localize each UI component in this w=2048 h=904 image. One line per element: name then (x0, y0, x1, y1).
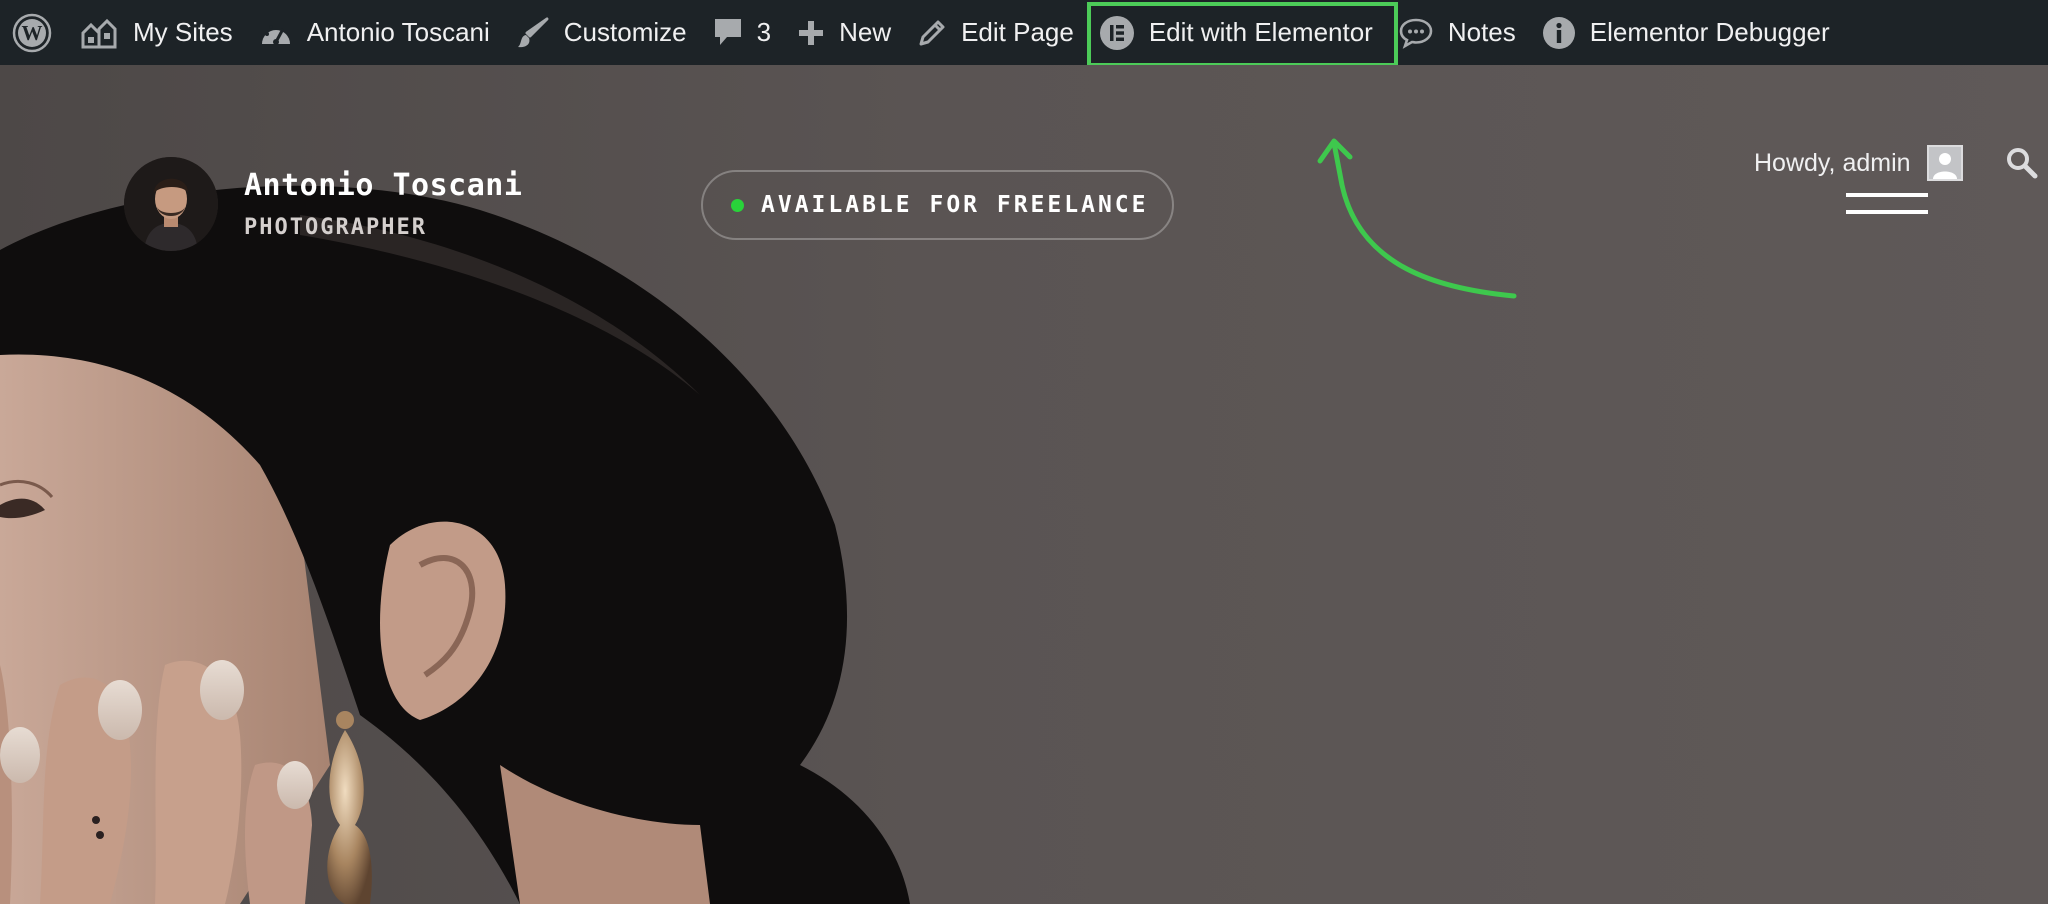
howdy-account-menu[interactable]: Howdy, admin (1754, 145, 1963, 181)
my-sites-label: My Sites (133, 17, 233, 47)
info-icon (1542, 16, 1575, 49)
edit-page-label: Edit Page (961, 17, 1074, 47)
site-title: Antonio Toscani (244, 168, 523, 203)
howdy-label: Howdy, admin (1754, 148, 1911, 177)
annotation-arrow-icon (1317, 138, 1517, 299)
elementor-debugger-menu[interactable]: Elementor Debugger (1529, 0, 1843, 65)
avatar (1926, 145, 1963, 181)
wordpress-menu[interactable]: W (12, 0, 66, 65)
edit-page-link[interactable]: Edit Page (904, 0, 1087, 65)
edit-with-elementor-link[interactable]: Edit with Elementor (1086, 0, 1398, 67)
new-content-menu[interactable]: New (784, 0, 904, 65)
freelance-label: AVAILABLE FOR FREELANCE (761, 192, 1149, 218)
site-name-menu[interactable]: Antonio Toscani (246, 0, 503, 65)
elementor-logo-icon (1099, 15, 1134, 50)
hamburger-menu-icon[interactable] (1846, 193, 1928, 217)
site-tagline: PHOTOGRAPHER (244, 215, 427, 240)
status-dot-icon (731, 198, 744, 212)
pencil-icon (919, 20, 945, 45)
new-label: New (839, 17, 892, 47)
site-name-label: Antonio Toscani (306, 17, 490, 47)
speech-bubble-icon (1399, 18, 1433, 49)
svg-text:W: W (22, 21, 43, 45)
plus-icon (799, 20, 824, 45)
freelance-status-badge[interactable]: AVAILABLE FOR FREELANCE (701, 170, 1174, 240)
site-branding[interactable]: Antonio Toscani PHOTOGRAPHER (124, 157, 522, 251)
notes-label: Notes (1447, 17, 1516, 47)
comments-count: 3 (756, 17, 772, 47)
customize-link[interactable]: Customize (503, 0, 700, 65)
my-sites-menu[interactable]: My Sites (66, 0, 246, 65)
edit-with-elementor-label: Edit with Elementor (1148, 17, 1373, 47)
avatar (124, 157, 218, 251)
elementor-debugger-label: Elementor Debugger (1589, 17, 1830, 47)
dashboard-gauge-icon (261, 24, 290, 45)
comments-link[interactable]: 3 (700, 0, 784, 65)
wp-admin-bar: W My Sites Antonio Toscani Customize 3 N… (0, 0, 2048, 67)
my-sites-icon (81, 18, 117, 48)
search-icon[interactable] (2006, 147, 2038, 184)
comment-bubble-icon (714, 18, 741, 45)
customize-label: Customize (563, 17, 687, 47)
wordpress-logo-icon: W (12, 13, 52, 52)
paintbrush-icon (517, 17, 549, 47)
notes-link[interactable]: Notes (1385, 0, 1529, 65)
